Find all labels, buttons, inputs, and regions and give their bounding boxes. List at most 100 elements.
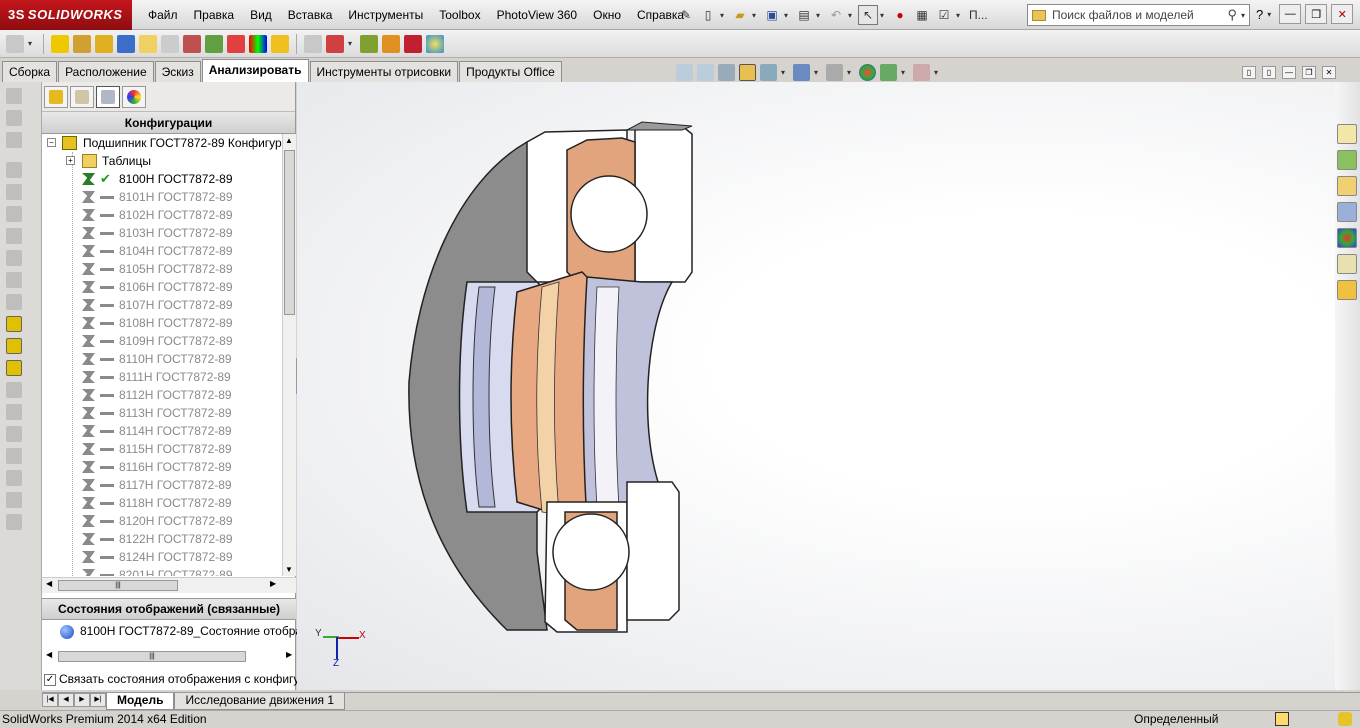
scroll-down-icon[interactable]: ▼ (285, 565, 293, 574)
dfm-icon[interactable] (382, 34, 400, 53)
menu-item[interactable]: Окно (585, 0, 629, 30)
search-input[interactable]: Поиск файлов и моделей (1052, 8, 1227, 22)
viewport-restore-button[interactable]: ❐ (1302, 66, 1316, 79)
print-icon[interactable]: ▤ (794, 5, 814, 25)
display-states-scrollbar[interactable]: ◀ ||| ▶ (42, 649, 296, 665)
configuration-item[interactable]: 8107H ГОСТ7872-89 (42, 296, 282, 314)
configuration-item[interactable]: 8122H ГОСТ7872-89 (42, 530, 282, 548)
new-assembly-icon[interactable] (6, 132, 22, 148)
help-dropdown-icon[interactable]: ▾ (1267, 10, 1275, 19)
configuration-item[interactable]: 8117H ГОСТ7872-89 (42, 476, 282, 494)
reference-geometry-icon[interactable] (6, 316, 22, 332)
tree-root[interactable]: − Подшипник ГОСТ7872-89 Конфигур (42, 134, 282, 152)
configuration-item[interactable]: 8112H ГОСТ7872-89 (42, 386, 282, 404)
simulation-icon[interactable] (360, 34, 378, 53)
design-library-icon[interactable] (1337, 150, 1357, 170)
view-palette-icon[interactable] (1337, 202, 1357, 222)
assembly-features-icon[interactable] (6, 294, 22, 310)
save-dropdown-icon[interactable]: ▾ (784, 11, 792, 20)
viewport-close-button[interactable]: ✕ (1322, 66, 1336, 79)
configuration-item[interactable]: 8104H ГОСТ7872-89 (42, 242, 282, 260)
link-display-states-option[interactable]: ✓ Связать состояния отображения с конфигу… (44, 670, 306, 688)
configuration-item[interactable]: 8124H ГОСТ7872-89 (42, 548, 282, 566)
search-dropdown-icon[interactable]: ▾ (1241, 11, 1249, 20)
new-motion-study-icon[interactable] (6, 338, 22, 354)
viewport-split2-icon[interactable]: ▯ (1262, 66, 1276, 79)
measure-icon[interactable] (6, 34, 24, 53)
close-button[interactable]: ✕ (1331, 4, 1354, 24)
menu-item[interactable]: Вид (242, 0, 280, 30)
rebuild-traffic-light-icon[interactable]: ● (890, 5, 910, 25)
scroll-left-icon[interactable]: ◀ (46, 650, 52, 659)
view-settings-dropdown-icon[interactable]: ▾ (934, 68, 942, 77)
clearance-icon[interactable] (139, 34, 157, 53)
pin-icon[interactable]: ✎ (676, 5, 696, 25)
linear-pattern-icon[interactable] (6, 184, 22, 200)
new-document-icon[interactable]: ▯ (698, 5, 718, 25)
speedpak-icon[interactable] (6, 448, 22, 464)
custom-properties-icon[interactable] (1337, 254, 1357, 274)
interference-icon[interactable] (117, 34, 135, 53)
scroll-left-icon[interactable]: ◀ (46, 579, 52, 588)
configuration-item[interactable]: 8109H ГОСТ7872-89 (42, 332, 282, 350)
scroll-right-icon[interactable]: ▶ (286, 650, 292, 659)
edit-appearance-icon[interactable] (859, 64, 876, 81)
search-box[interactable]: Поиск файлов и моделей ⚲ ▾ (1027, 4, 1250, 26)
bottom-tab[interactable]: Исследование движения 1 (174, 693, 346, 710)
configuration-item[interactable]: 8102H ГОСТ7872-89 (42, 206, 282, 224)
tooltip-icon[interactable] (1338, 712, 1352, 726)
menu-item[interactable]: Правка (186, 0, 243, 30)
configuration-item[interactable]: 8111H ГОСТ7872-89 (42, 368, 282, 386)
menu-item[interactable]: Инструменты (340, 0, 431, 30)
insert-component-icon[interactable] (6, 88, 22, 104)
prev-tab-icon[interactable]: ◀ (58, 693, 74, 707)
zoom-to-area-icon[interactable] (697, 64, 714, 81)
configuration-item[interactable]: 8110H ГОСТ7872-89 (42, 350, 282, 368)
rebuild-status-icon[interactable] (1275, 712, 1289, 726)
menu-item[interactable]: Файл (140, 0, 186, 30)
command-tab[interactable]: Анализировать (201, 59, 309, 82)
display-style-icon[interactable] (793, 64, 810, 81)
section-view-icon[interactable] (739, 64, 756, 81)
zebra-icon[interactable] (249, 34, 267, 53)
configuration-item[interactable]: 8101H ГОСТ7872-89 (42, 188, 282, 206)
explode-line-icon[interactable] (6, 404, 22, 420)
diagnostics-dropdown-icon[interactable]: ▾ (348, 39, 356, 48)
menu-item[interactable]: Toolbox (431, 0, 488, 30)
instant3d-icon[interactable] (6, 426, 22, 442)
configuration-item[interactable]: 8115H ГОСТ7872-89 (42, 440, 282, 458)
view-orientation-icon[interactable] (760, 64, 777, 81)
display-style-dropdown-icon[interactable]: ▾ (814, 68, 822, 77)
first-tab-icon[interactable]: |◀ (42, 693, 58, 707)
command-tab[interactable]: Сборка (2, 61, 58, 82)
options-dropdown-icon[interactable]: ▾ (956, 11, 964, 20)
viewport-split-icon[interactable]: ▯ (1242, 66, 1256, 79)
feature-manager-tab-icon[interactable] (44, 85, 68, 108)
command-tab[interactable]: Расположение (58, 61, 154, 82)
configuration-item[interactable]: 8116H ГОСТ7872-89 (42, 458, 282, 476)
tree-vertical-scrollbar[interactable]: ▲ ▼ (282, 134, 296, 576)
help-icon[interactable]: ? (1256, 7, 1263, 22)
appearances-icon[interactable] (1337, 228, 1357, 248)
new-part-icon[interactable] (6, 110, 22, 126)
sustainability-icon[interactable] (426, 34, 444, 53)
select-arrow-icon[interactable]: ↖ (858, 5, 878, 25)
configuration-item[interactable]: 8118H ГОСТ7872-89 (42, 494, 282, 512)
menu-item[interactable]: PhotoView 360 (489, 0, 586, 30)
large-assembly-icon[interactable] (6, 470, 22, 486)
scroll-right-icon[interactable]: ▶ (270, 579, 276, 588)
print-dropdown-icon[interactable]: ▾ (816, 11, 824, 20)
viewport-minimize-button[interactable]: — (1282, 66, 1296, 79)
tables-node[interactable]: + Таблицы (42, 152, 282, 170)
tree-horizontal-scrollbar[interactable]: ◀ ||| ▶ (42, 577, 296, 593)
costing-icon[interactable] (404, 34, 422, 53)
options-icon[interactable]: ☑ (934, 5, 954, 25)
configuration-item[interactable]: 8114H ГОСТ7872-89 (42, 422, 282, 440)
apply-scene-dropdown-icon[interactable]: ▾ (901, 68, 909, 77)
configuration-item[interactable]: 8201H ГОСТ7872-89 (42, 566, 282, 576)
search-icon[interactable]: ⚲ (1227, 7, 1237, 23)
command-tab[interactable]: Инструменты отрисовки (309, 61, 459, 82)
command-tab[interactable]: Эскиз (154, 61, 201, 82)
view-settings-icon[interactable] (913, 64, 930, 81)
display-manager-tab-icon[interactable] (122, 85, 146, 108)
